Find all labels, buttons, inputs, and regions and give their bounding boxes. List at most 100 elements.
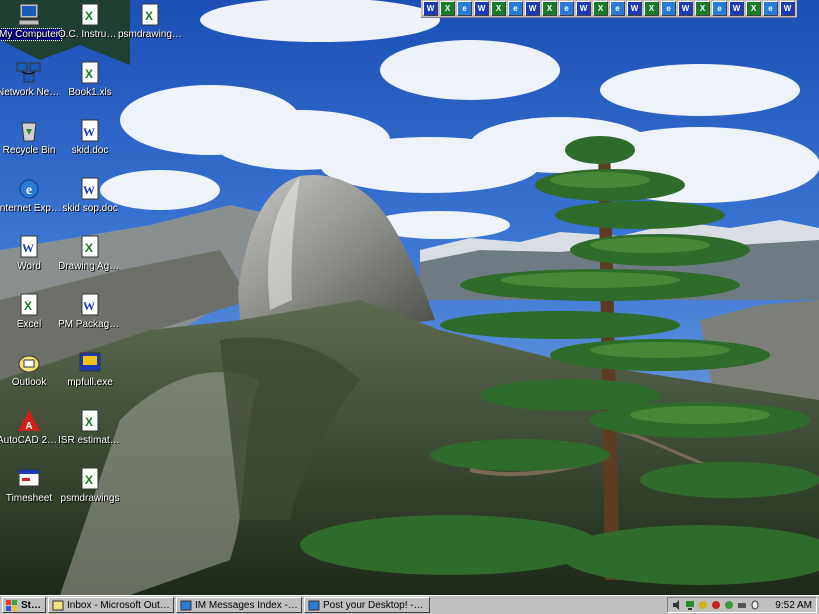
svg-text:X: X (85, 9, 93, 23)
quick-launch-button[interactable]: W (678, 1, 693, 16)
skid-sop-icon: W (81, 177, 99, 200)
outlook-icon (52, 600, 64, 610)
start-button[interactable]: Start (2, 597, 46, 613)
desktop-icon-recycle-bin[interactable]: Recycle Bin (0, 119, 61, 156)
desktop-icon-network-neighborhood[interactable]: Network Neighborhood (0, 61, 61, 98)
psmdrawings2-icon: X (81, 467, 99, 490)
quick-launch-button[interactable]: e (661, 1, 676, 16)
desktop-icon-outlook[interactable]: Outlook (0, 351, 61, 388)
autocad-icon: A (18, 410, 40, 432)
desktop-icon-label: Word (17, 261, 41, 272)
quick-launch-button[interactable]: e (508, 1, 523, 16)
desktop-icon-label: Timesheet (5, 493, 53, 504)
desktop-icon-my-computer[interactable]: My Computer (0, 3, 62, 41)
quick-launch-button[interactable]: e (763, 1, 778, 16)
quick-launch-button[interactable]: X (695, 1, 710, 16)
printer-tray-icon[interactable] (737, 600, 747, 610)
antivirus-tray-icon[interactable] (698, 600, 708, 610)
taskbar-button[interactable]: Inbox - Microsoft Outlook (48, 597, 174, 613)
clock[interactable]: 9:52 AM (775, 600, 812, 611)
quick-launch-button[interactable]: W (729, 1, 744, 16)
desktop-icon-label: skid sop.doc (62, 203, 118, 214)
quick-launch-button[interactable]: e (457, 1, 472, 16)
svg-text:A: A (25, 421, 32, 432)
isr-estimate-icon: X (81, 409, 99, 432)
mpfull-icon (79, 352, 101, 372)
desktop-icon-psmdrawings[interactable]: Xpsmdrawings... (118, 3, 182, 40)
drawing-agent-icon: X (81, 235, 99, 258)
mouse-tray-icon[interactable] (750, 600, 760, 610)
desktop-icon-word[interactable]: W Word (0, 235, 61, 272)
desktop-icon-pm-package[interactable]: W PM Package.doc (58, 293, 122, 330)
quick-launch-button[interactable]: X (593, 1, 608, 16)
taskbar: Start Inbox - Microsoft Outlook IM Messag… (0, 595, 819, 614)
taskbar-button[interactable]: Post your Desktop! - Micro... (304, 597, 430, 613)
speaker-icon[interactable] (672, 600, 682, 610)
internet-explorer-icon (308, 600, 320, 610)
word-icon: W (20, 235, 38, 258)
svg-text:W: W (83, 299, 95, 313)
quick-launch-button[interactable]: X (542, 1, 557, 16)
desktop-icon-internet-explorer[interactable]: e Internet Explorer (0, 177, 61, 214)
my-computer-icon (18, 3, 40, 26)
quick-launch-button[interactable]: e (559, 1, 574, 16)
desktop-icon-label: mpfull.exe (67, 377, 113, 388)
quick-launch-button[interactable]: W (474, 1, 489, 16)
svg-text:X: X (24, 299, 32, 313)
timesheet-icon (18, 469, 40, 487)
desktop-icon-label: My Computer (0, 28, 62, 41)
quick-launch-button[interactable]: X (491, 1, 506, 16)
desktop[interactable]: My Computer Network Neighborhood Recycle B… (0, 0, 819, 595)
desktop-icon-timesheet[interactable]: Timesheet (0, 467, 61, 504)
pm-package-icon: W (81, 293, 99, 316)
desktop-icon-label: O.C. Instrument L... (58, 29, 122, 40)
network-neighborhood-icon (16, 62, 41, 83)
desktop-icon-excel[interactable]: X Excel (0, 293, 61, 330)
desktop-icon-autocad[interactable]: A AutoCAD 2000i (0, 409, 61, 446)
desktop-icon-label: ISR estimate.xls (58, 435, 122, 446)
psmdrawings-icon: X (141, 3, 159, 26)
quick-launch-button[interactable]: X (440, 1, 455, 16)
desktop-icon-label: Drawing Agent Options.xls (58, 261, 122, 272)
desktop-icon-oc-instrument[interactable]: X O.C. Instrument L... (58, 3, 122, 40)
windows-logo-icon (6, 599, 17, 611)
desktop-icon-skid-sop[interactable]: Wskid sop.doc (58, 177, 122, 214)
quick-launch-button[interactable]: W (780, 1, 795, 16)
desktop-icon-psmdrawings2[interactable]: Xpsmdrawings (58, 467, 122, 504)
messenger-tray-icon[interactable] (724, 600, 734, 610)
desktop-icon-label: Network Neighborhood (0, 87, 61, 98)
oc-instrument-icon: X (81, 3, 99, 26)
svg-text:W: W (83, 125, 95, 139)
svg-text:X: X (85, 473, 93, 487)
taskbar-button-label: Inbox - Microsoft Outlook (67, 599, 170, 611)
desktop-icon-book1[interactable]: X Book1.xls (58, 61, 122, 98)
quick-launch-button[interactable]: e (610, 1, 625, 16)
quick-launch-button[interactable]: W (576, 1, 591, 16)
desktop-icon-label: Book1.xls (68, 87, 112, 98)
book1-icon: X (81, 61, 99, 84)
svg-text:X: X (85, 67, 93, 81)
svg-text:W: W (83, 183, 95, 197)
desktop-icon-label: Outlook (11, 377, 47, 388)
quick-launch-button[interactable]: X (746, 1, 761, 16)
recycle-bin-icon (21, 122, 37, 142)
desktop-icon-label: skid.doc (71, 145, 109, 156)
mcafee-tray-icon[interactable] (711, 600, 721, 610)
network-tray-icon[interactable] (685, 600, 695, 610)
desktop-icon-skid-doc[interactable]: Wskid.doc (58, 119, 122, 156)
svg-text:X: X (85, 415, 93, 429)
system-tray: 9:52 AM (667, 597, 817, 613)
taskbar-button-label: IM Messages Index - Micro... (195, 599, 298, 611)
quick-launch-button[interactable]: W (423, 1, 438, 16)
desktop-icon-isr-estimate[interactable]: X ISR estimate.xls (58, 409, 122, 446)
taskbar-button[interactable]: IM Messages Index - Micro... (176, 597, 302, 613)
desktop-icon-mpfull[interactable]: mpfull.exe (58, 351, 122, 388)
quick-launch-button[interactable]: W (627, 1, 642, 16)
quick-launch-button[interactable]: e (712, 1, 727, 16)
start-label: Start (21, 599, 42, 611)
quick-launch-button[interactable]: W (525, 1, 540, 16)
desktop-icon-drawing-agent[interactable]: X Drawing Agent Options.xls (58, 235, 122, 272)
desktop-icon-label: Recycle Bin (2, 145, 56, 156)
quick-launch-toolbar: WXeWXeWXeWXeWXeWXeWXeW (421, 0, 797, 18)
quick-launch-button[interactable]: X (644, 1, 659, 16)
